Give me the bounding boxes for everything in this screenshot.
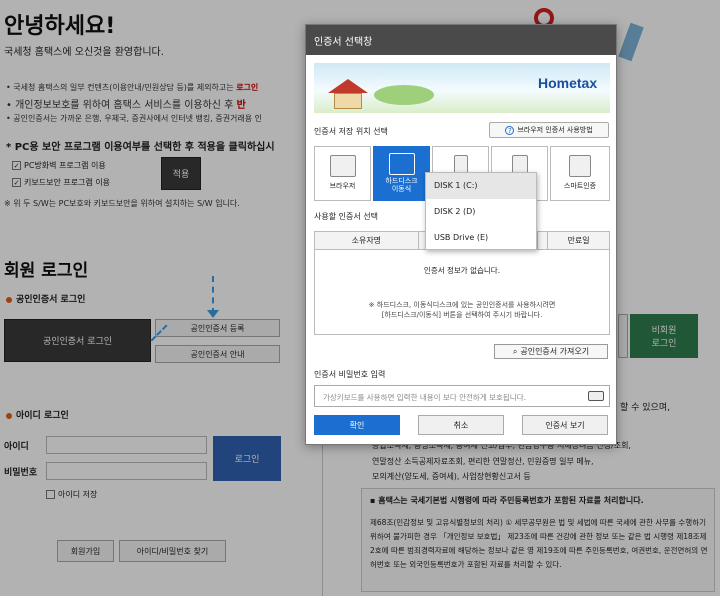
house-roof-icon [328,79,368,93]
confirm-button[interactable]: 확인 [314,415,400,435]
harddisk-icon [388,153,415,175]
dropdown-option-disk2[interactable]: DISK 2 (D) [426,199,536,225]
question-icon: ? [505,125,515,135]
storage-label-text: 스마트인증 [563,182,597,190]
password-label: 인증서 비밀번호 입력 [314,370,386,379]
hometax-logo: Hometax [538,75,598,91]
hill-icon [374,85,434,105]
col-3[interactable] [537,231,549,250]
empty-message: 인증서 정보가 없습니다. [423,266,501,275]
import-cert-button[interactable]: ⌕ 공인인증서 가져오기 [494,344,608,359]
cert-table-body: 인증서 정보가 없습니다. ※ 하드디스크, 이동식디스크에 있는 공인인증서를… [314,249,610,335]
disk-dropdown: DISK 1 (C:) DISK 2 (D) USB Drive (E) [425,172,537,250]
storage-label: 인증서 저장 위치 선택 [314,127,388,136]
col-expiry[interactable]: 만료일 [547,231,610,250]
storage-label-text: 하드디스크 이동식 [385,177,418,193]
dropdown-option-disk1[interactable]: DISK 1 (C:) [426,173,536,199]
search-icon: ⌕ [512,346,518,356]
help-button-label: 브라우저 인증서 사용방법 [517,126,593,134]
storage-label-text: 브라우저 [329,182,356,190]
help-button[interactable]: ? 브라우저 인증서 사용방법 [489,122,609,138]
dialog-title: 인증서 선택창 [306,25,616,55]
storage-browser[interactable]: 브라우저 [314,146,371,201]
col-owner[interactable]: 소유자명 [314,231,419,250]
keyboard-icon[interactable] [588,391,604,401]
browser-icon [329,155,356,177]
view-cert-button[interactable]: 인증서 보기 [522,415,608,435]
import-cert-label: 공인인증서 가져오기 [520,347,590,356]
cert-hint: ※ 하드디스크, 이동식디스크에 있는 공인인증서를 사용하시려면 [하드디스크… [368,301,556,319]
cert-select-label: 사용할 인증서 선택 [314,212,378,221]
house-icon [334,93,362,109]
storage-smart[interactable]: 스마트인증 [550,146,610,201]
password-placeholder: 가상키보드를 사용하면 입력한 내용이 보다 안전하게 보호됩니다. [323,393,526,402]
cert-password-input[interactable]: 가상키보드를 사용하면 입력한 내용이 보다 안전하게 보호됩니다. [314,385,610,407]
storage-harddisk[interactable]: 하드디스크 이동식 [373,146,430,201]
smart-cert-icon [569,155,591,177]
dialog-banner: Hometax [314,63,610,113]
cancel-button[interactable]: 취소 [418,415,504,435]
dropdown-option-usb[interactable]: USB Drive (E) [426,225,536,251]
